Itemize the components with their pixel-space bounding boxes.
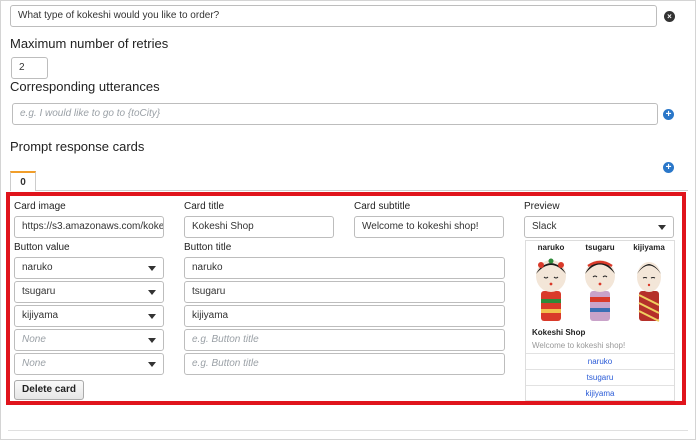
card-preview: naruko tsugaru kijiyama Kokeshi Shop Wel… xyxy=(525,240,675,401)
preview-name: kijiyama xyxy=(633,243,665,252)
caret-down-icon xyxy=(148,338,156,343)
card-subtitle-input[interactable]: Welcome to kokeshi shop! xyxy=(354,216,504,238)
preview-select-value: Slack xyxy=(532,221,557,232)
button-title-input[interactable]: naruko xyxy=(184,257,505,279)
tab-card-0[interactable]: 0 xyxy=(10,171,36,191)
add-card-icon[interactable]: + xyxy=(663,162,674,173)
preview-button[interactable]: kijiyama xyxy=(526,385,674,401)
button-title-input[interactable]: e.g. Button title xyxy=(184,329,505,351)
preview-card-subtitle: Welcome to kokeshi shop! xyxy=(532,341,626,350)
button-value-placeholder: None xyxy=(22,334,46,345)
card-title-label: Card title xyxy=(184,201,225,212)
card-subtitle-label: Card subtitle xyxy=(354,201,411,212)
button-value-select[interactable]: naruko xyxy=(14,257,164,279)
button-value-select[interactable]: None xyxy=(14,329,164,351)
naruko-doll-icon xyxy=(536,258,566,321)
button-title-placeholder: e.g. Button title xyxy=(192,358,259,369)
tab-divider xyxy=(36,190,688,191)
preview-name: naruko xyxy=(537,243,565,252)
utterances-label: Corresponding utterances xyxy=(10,79,160,94)
button-title-text: kijiyama xyxy=(192,310,229,321)
button-title-placeholder: e.g. Button title xyxy=(192,334,259,345)
button-value-select[interactable]: None xyxy=(14,353,164,375)
preview-card-title: Kokeshi Shop xyxy=(532,328,586,337)
button-value-select[interactable]: tsugaru xyxy=(14,281,164,303)
prompt-text-value: What type of kokeshi would you like to o… xyxy=(18,10,220,21)
prompt-cards-label: Prompt response cards xyxy=(10,139,145,154)
card-image-value: https://s3.amazonaws.com/kokes xyxy=(22,221,164,232)
button-title-label: Button title xyxy=(184,242,232,253)
card-subtitle-value: Welcome to kokeshi shop! xyxy=(362,221,479,232)
button-title-input[interactable]: tsugaru xyxy=(184,281,505,303)
button-value-text: kijiyama xyxy=(22,310,59,321)
tsugaru-doll-icon xyxy=(585,260,615,321)
caret-down-icon xyxy=(148,314,156,319)
preview-button[interactable]: tsugaru xyxy=(526,369,674,385)
button-title-text: tsugaru xyxy=(192,286,226,297)
button-value-label: Button value xyxy=(14,242,70,253)
bottom-divider xyxy=(8,430,688,431)
max-retries-value: 2 xyxy=(19,62,25,73)
button-value-text: naruko xyxy=(22,262,53,273)
preview-label: Preview xyxy=(524,201,560,212)
caret-down-icon xyxy=(148,290,156,295)
remove-prompt-icon[interactable]: × xyxy=(664,11,675,22)
max-retries-label: Maximum number of retries xyxy=(10,36,169,51)
button-title-input[interactable]: kijiyama xyxy=(184,305,505,327)
kokeshi-dolls-image xyxy=(536,258,661,322)
add-utterance-icon[interactable]: + xyxy=(663,109,674,120)
kijiyama-doll-icon xyxy=(637,262,661,322)
caret-down-icon xyxy=(658,225,666,230)
preview-select[interactable]: Slack xyxy=(524,216,674,238)
button-value-placeholder: None xyxy=(22,358,46,369)
preview-button[interactable]: naruko xyxy=(526,353,674,369)
delete-card-button[interactable]: Delete card xyxy=(14,380,84,400)
max-retries-input[interactable]: 2 xyxy=(11,57,48,79)
card-image-input[interactable]: https://s3.amazonaws.com/kokes xyxy=(14,216,164,238)
card-image-label: Card image xyxy=(14,201,66,212)
utterance-placeholder: e.g. I would like to go to {toCity} xyxy=(20,108,161,119)
utterance-input[interactable]: e.g. I would like to go to {toCity} xyxy=(12,103,658,125)
card-title-input[interactable]: Kokeshi Shop xyxy=(184,216,334,238)
button-title-text: naruko xyxy=(192,262,223,273)
button-value-text: tsugaru xyxy=(22,286,56,297)
preview-name: tsugaru xyxy=(585,243,615,252)
button-value-select[interactable]: kijiyama xyxy=(14,305,164,327)
caret-down-icon xyxy=(148,266,156,271)
prompt-text-input[interactable]: What type of kokeshi would you like to o… xyxy=(10,5,657,27)
card-title-value: Kokeshi Shop xyxy=(192,221,254,232)
caret-down-icon xyxy=(148,362,156,367)
button-title-input[interactable]: e.g. Button title xyxy=(184,353,505,375)
